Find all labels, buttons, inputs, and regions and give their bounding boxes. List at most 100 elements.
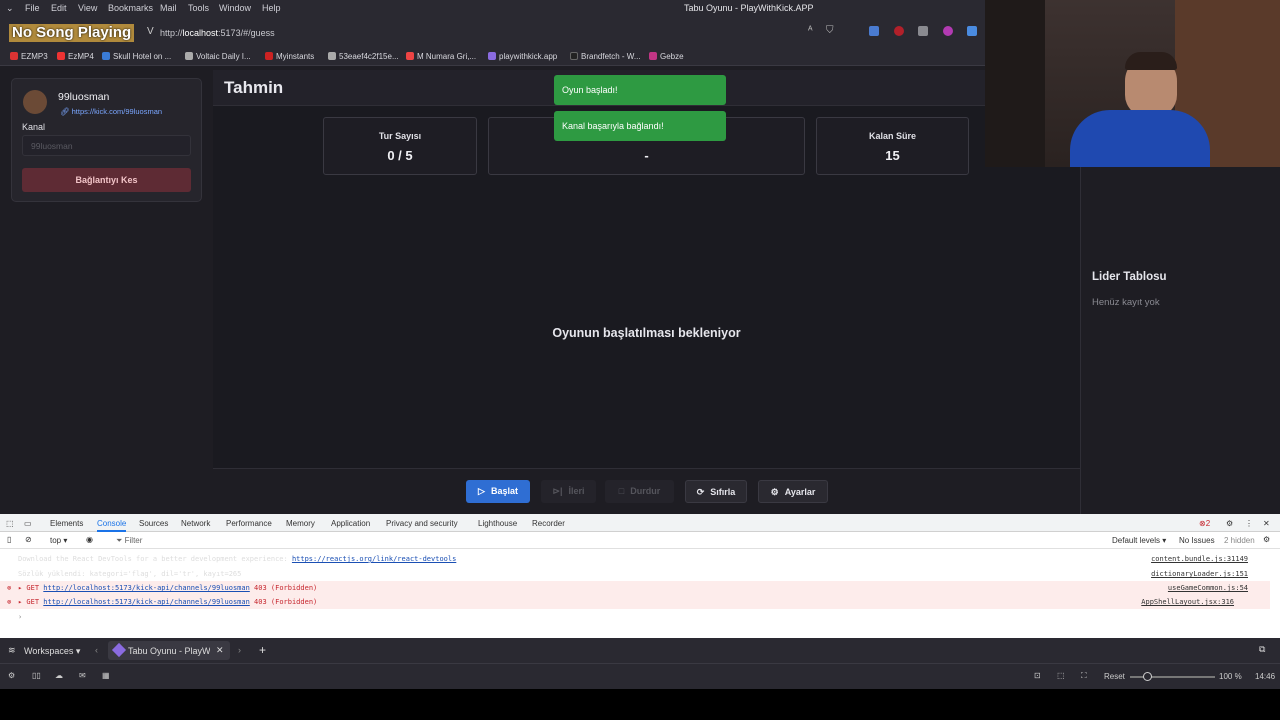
- tab-network[interactable]: Network: [181, 519, 210, 528]
- url-field[interactable]: http://localhost:5173/#/guess: [160, 28, 275, 38]
- bookmark-item[interactable]: M Numara Gri,...: [406, 52, 476, 61]
- filter-input[interactable]: ⏷ Filter: [116, 536, 142, 546]
- panel-icon[interactable]: ▯▯: [32, 671, 41, 680]
- menu-edit[interactable]: Edit: [51, 3, 67, 13]
- zoom-level: 100 %: [1219, 672, 1242, 681]
- console-source-link[interactable]: dictionaryLoader.js:151: [1151, 567, 1248, 581]
- disconnect-button[interactable]: Bağlantıyı Kes: [22, 168, 191, 192]
- console-source-link[interactable]: useGameCommon.js:54: [1168, 581, 1248, 595]
- tab-console[interactable]: Console: [97, 519, 127, 532]
- tab-privacy-security[interactable]: Privacy and security: [386, 519, 458, 528]
- browser-tab[interactable]: Tabu Oyunu - PlayWith ✕: [108, 641, 230, 660]
- bookmark-favicon-icon: [57, 52, 65, 60]
- bookmark-item[interactable]: playwithkick.app: [488, 52, 557, 61]
- settings-button[interactable]: ⚙ Ayarlar: [758, 480, 828, 503]
- translate-icon[interactable]: ᴬ: [808, 25, 813, 36]
- error-icon: ⊗: [7, 598, 12, 606]
- console-source-link[interactable]: AppShellLayout.jsx:316: [1141, 595, 1234, 609]
- gear-icon[interactable]: ⚙: [1263, 535, 1270, 544]
- bookmark-item[interactable]: Voltaic Daily I...: [185, 52, 251, 61]
- tab-performance[interactable]: Performance: [226, 519, 272, 528]
- zoom-reset-button[interactable]: Reset: [1104, 672, 1125, 681]
- panel-toggle-icon[interactable]: ⧉: [1259, 644, 1265, 655]
- tab-application[interactable]: Application: [331, 519, 370, 528]
- error-count-badge[interactable]: ⊗2: [1199, 519, 1210, 528]
- inspect-icon[interactable]: ⬚: [6, 519, 14, 528]
- new-tab-icon[interactable]: +: [259, 643, 266, 657]
- gear-icon[interactable]: ⚙: [1226, 519, 1233, 528]
- bookmark-favicon-icon: [406, 52, 414, 60]
- menu-mail[interactable]: Mail: [160, 3, 177, 13]
- context-select[interactable]: top ▾: [50, 536, 67, 545]
- extension-red-icon[interactable]: [894, 26, 904, 36]
- gear-icon[interactable]: ⚙: [8, 671, 15, 680]
- images-icon[interactable]: ⛶: [1081, 671, 1087, 681]
- tab-recorder[interactable]: Recorder: [532, 519, 565, 528]
- verified-icon: V: [147, 26, 154, 37]
- menu-view[interactable]: View: [78, 3, 97, 13]
- console-link[interactable]: https://reactjs.org/link/react-devtools: [292, 555, 456, 563]
- tab-elements[interactable]: Elements: [50, 519, 83, 528]
- stat-value: 0 / 5: [387, 148, 413, 163]
- more-icon[interactable]: ⋮: [1245, 519, 1253, 528]
- channel-label: Kanal: [22, 122, 46, 132]
- device-toolbar-icon[interactable]: ▭: [24, 519, 32, 528]
- menu-bookmarks[interactable]: Bookmarks: [108, 3, 153, 13]
- next-button[interactable]: ⊳| İleri: [541, 480, 596, 503]
- zoom-slider-handle[interactable]: [1143, 672, 1152, 681]
- calendar-icon[interactable]: ▦: [102, 671, 110, 680]
- menu-help[interactable]: Help: [262, 3, 281, 13]
- extension-translate-icon[interactable]: [869, 26, 879, 36]
- stop-button[interactable]: □ Durdur: [605, 480, 674, 503]
- console-error-line[interactable]: ⊗ ▸ GET http://localhost:5173/kick-api/ch…: [0, 595, 1270, 609]
- tab-sources[interactable]: Sources: [139, 519, 168, 528]
- cloud-icon[interactable]: ☁: [55, 671, 63, 680]
- eye-icon[interactable]: ◉: [86, 535, 93, 544]
- bookmark-item[interactable]: EzMP4: [57, 52, 94, 61]
- bookmark-item[interactable]: Brandfetch - W...: [570, 52, 641, 61]
- tab-lighthouse[interactable]: Lighthouse: [478, 519, 517, 528]
- tab-memory[interactable]: Memory: [286, 519, 315, 528]
- skip-icon: ⊳|: [552, 486, 563, 496]
- sidebar-toggle-icon[interactable]: ▯: [7, 535, 11, 544]
- workspaces-button[interactable]: Workspaces ▾: [24, 646, 80, 657]
- start-button[interactable]: ▷ Başlat: [466, 480, 530, 503]
- menu-window[interactable]: Window: [219, 3, 251, 13]
- chevron-left-icon[interactable]: ‹: [95, 645, 98, 655]
- tile-icon[interactable]: ⬚: [1057, 671, 1065, 680]
- console-error-line[interactable]: ⊗ ▸ GET http://localhost:5173/kick-api/ch…: [0, 581, 1270, 595]
- toast-channel-connected[interactable]: Kanal başarıyla bağlandı!: [554, 111, 726, 141]
- close-icon[interactable]: ✕: [1263, 519, 1270, 528]
- toast-game-started[interactable]: Oyun başladı!: [554, 75, 726, 105]
- extension-blue-icon[interactable]: [967, 26, 977, 36]
- console-link[interactable]: http://localhost:5173/kick-api/channels/…: [43, 598, 250, 606]
- menu-tools[interactable]: Tools: [188, 3, 209, 13]
- menu-file[interactable]: File: [25, 3, 40, 13]
- layers-icon[interactable]: ≋: [8, 645, 16, 656]
- mail-icon[interactable]: ✉: [79, 671, 86, 680]
- bookmark-item[interactable]: Myinstants: [265, 52, 314, 61]
- stat-remaining-time: Kalan Süre 15: [816, 117, 969, 175]
- console-prompt[interactable]: ›: [0, 610, 1270, 624]
- bookmark-item[interactable]: Gebze: [649, 52, 684, 61]
- levels-select[interactable]: Default levels ▾: [1112, 536, 1166, 545]
- waiting-message: Oyunun başlatılması bekleniyor: [552, 326, 741, 340]
- channel-input[interactable]: 99luosman: [22, 135, 191, 156]
- chevron-down-icon[interactable]: ⌄: [6, 3, 14, 14]
- channel-link[interactable]: 🔗︎ https://kick.com/99luosman: [60, 107, 162, 116]
- bookmark-item[interactable]: Skull Hotel on ...: [102, 52, 171, 61]
- bookmark-item[interactable]: 53eaef4c2f15e...: [328, 52, 399, 61]
- clear-console-icon[interactable]: ⊘: [25, 535, 32, 544]
- bookmark-icon[interactable]: ⛉: [826, 25, 834, 36]
- shield-icon[interactable]: [918, 26, 928, 36]
- refresh-icon: ⟳: [696, 487, 705, 497]
- console-link[interactable]: http://localhost:5173/kick-api/channels/…: [43, 584, 250, 592]
- reset-button[interactable]: ⟳ Sıfırla: [685, 480, 747, 503]
- console-source-link[interactable]: content.bundle.js:31149: [1151, 552, 1248, 566]
- issues-button[interactable]: No Issues: [1179, 536, 1215, 545]
- close-icon[interactable]: ✕: [216, 645, 224, 656]
- capture-icon[interactable]: ⊡: [1034, 671, 1041, 680]
- extension-purple-icon[interactable]: [943, 26, 953, 36]
- chevron-right-icon[interactable]: ›: [238, 645, 241, 655]
- bookmark-item[interactable]: EZMP3: [10, 52, 48, 61]
